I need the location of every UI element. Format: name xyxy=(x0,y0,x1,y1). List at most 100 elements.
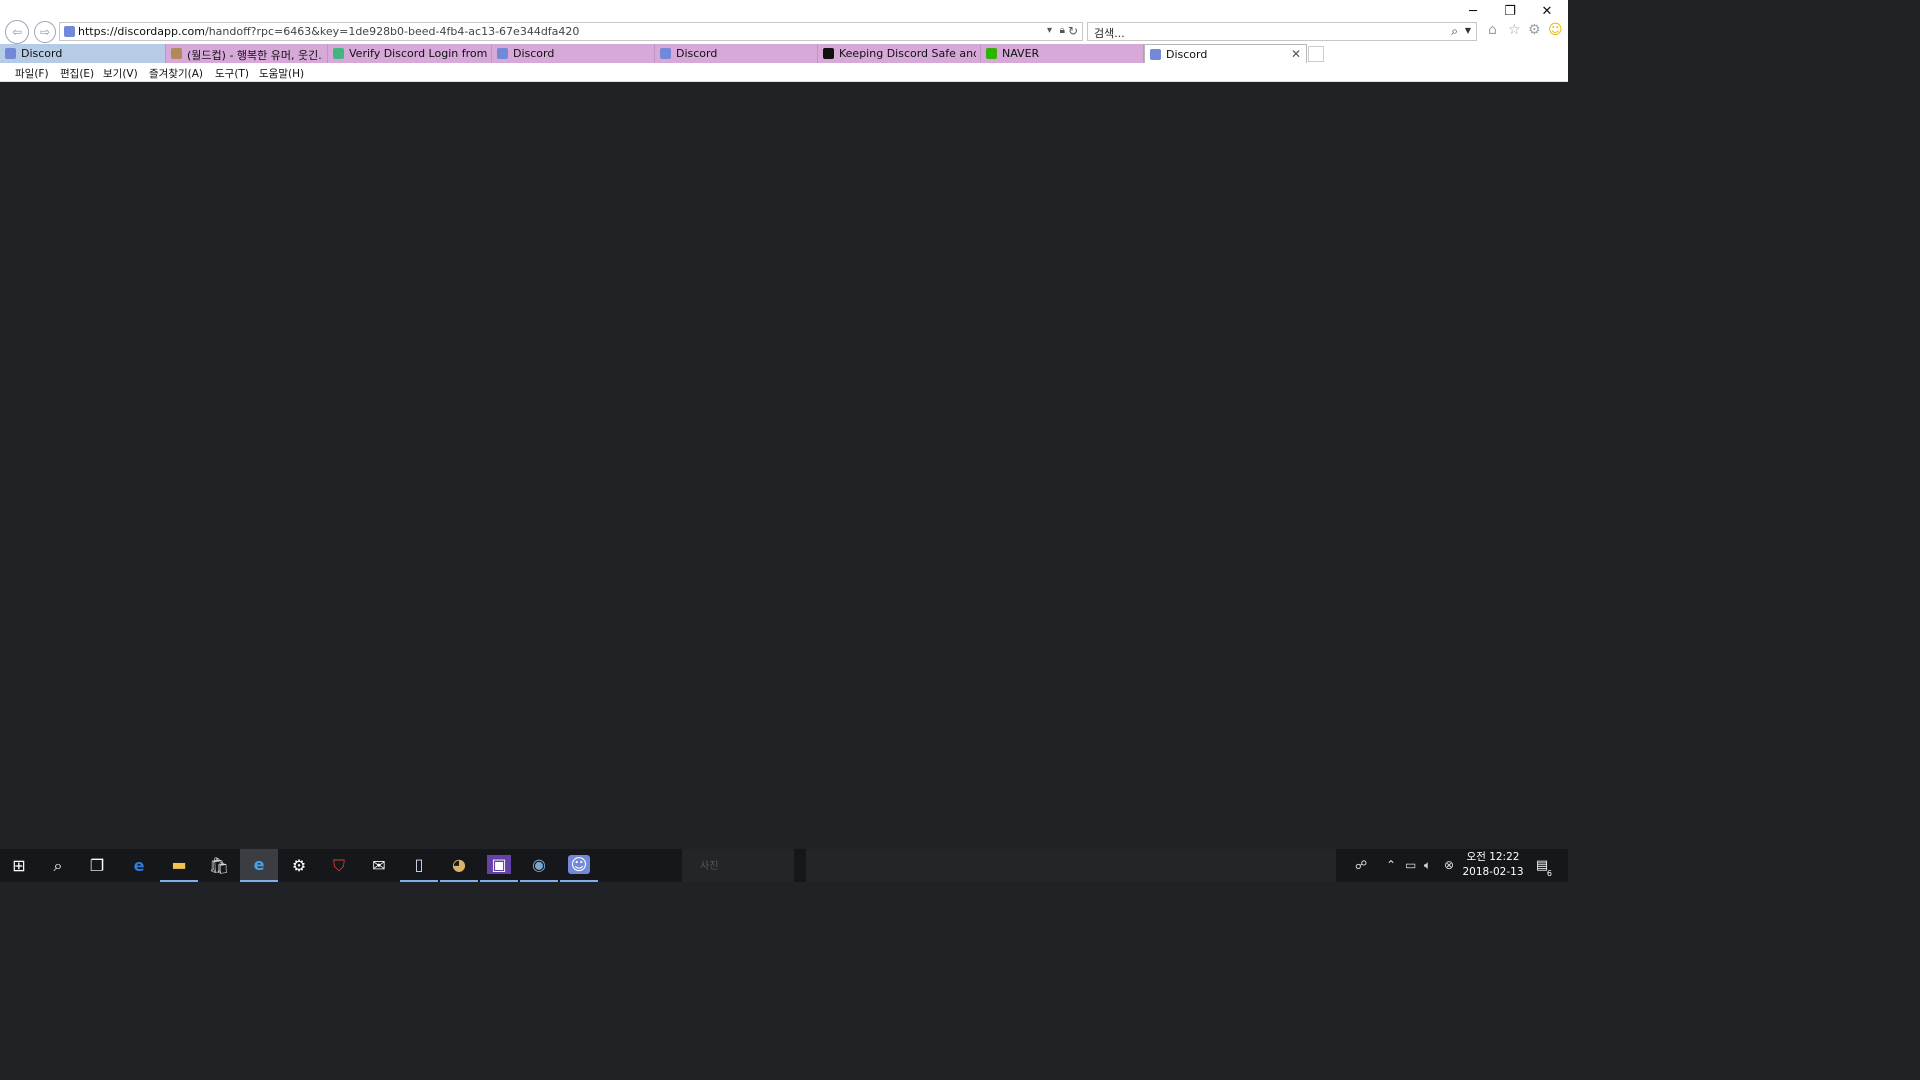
paint-button[interactable]: ◕ xyxy=(440,849,478,882)
tab-discord-active[interactable]: Discord ✕ xyxy=(1144,44,1307,63)
site-favicon-icon xyxy=(64,26,75,37)
menu-bar: 파일(F) 편집(E) 보기(V) 즐겨찾기(A) 도구(T) 도움말(H) xyxy=(0,63,1568,82)
arrow-left-icon: ⇦ xyxy=(11,25,23,39)
feedback-smiley-icon[interactable]: ☺ xyxy=(1548,22,1563,38)
settings-gear-icon[interactable]: ⚙ xyxy=(1528,22,1541,38)
notepad-button[interactable]: ▯ xyxy=(400,849,438,882)
naver-icon xyxy=(986,48,997,59)
search-icon: ⌕ xyxy=(53,855,63,875)
discord-taskbar-button[interactable]: ☺ xyxy=(560,849,598,882)
search-box[interactable]: 검색... ⌕ ▼ xyxy=(1087,22,1477,41)
tab-label: Discord xyxy=(513,47,555,60)
document-icon: ▯ xyxy=(414,855,424,874)
task-view-icon: ❐ xyxy=(89,856,105,875)
menu-favorites[interactable]: 즐겨찾기(A) xyxy=(149,66,203,81)
menu-help[interactable]: 도움말(H) xyxy=(259,66,304,81)
minimize-button[interactable]: ─ xyxy=(1460,3,1486,19)
tab-naver[interactable]: NAVER xyxy=(981,44,1144,63)
new-tab-button[interactable] xyxy=(1308,46,1324,62)
ghost-preview: 사진 xyxy=(682,849,794,882)
search-taskbar-button[interactable]: ⌕ xyxy=(39,849,77,882)
task-view-button[interactable]: ❐ xyxy=(78,849,116,882)
tab-discord-1[interactable]: Discord xyxy=(0,44,166,63)
address-url[interactable]: https://discordapp.com/handoff?rpc=6463&… xyxy=(78,25,579,38)
system-clock[interactable]: 오전 12:22 2018-02-13 xyxy=(1458,850,1528,880)
tab-label: Discord xyxy=(1166,48,1208,61)
store-bag-icon: 🛍︎ xyxy=(208,856,230,875)
mail-icon xyxy=(333,48,344,59)
menu-tools[interactable]: 도구(T) xyxy=(215,66,249,81)
search-dropdown-icon[interactable]: ▼ xyxy=(1465,26,1471,35)
volume-icon[interactable]: 🔈︎ xyxy=(1424,858,1431,873)
tab-label: NAVER xyxy=(1002,47,1040,60)
page-content xyxy=(0,82,1568,849)
browser-chrome: ─ ❐ ✕ ⇦ ⇨ https://discordapp.com/handoff… xyxy=(0,0,1568,82)
taskbar: ⊞ ⌕ ❐ e ▬ 🛍︎ e ⚙ ⛉ ✉ ▯ ◕ ▣ ◉ ☺ 사진 ☍ ⌃ ▭ … xyxy=(0,849,1568,882)
discord-icon xyxy=(497,48,508,59)
discord-icon xyxy=(5,48,16,59)
tab-label: (월드컵) - 행복한 유머, 웃긴... xyxy=(187,49,323,62)
show-hidden-icons-chevron-up-icon[interactable]: ⌃ xyxy=(1386,858,1396,872)
menu-view[interactable]: 보기(V) xyxy=(103,66,138,81)
mail-button[interactable]: ✉ xyxy=(360,849,398,882)
file-explorer-button[interactable]: ▬ xyxy=(160,849,198,882)
internet-explorer-button[interactable]: e xyxy=(240,849,278,882)
steam-button[interactable]: ◉ xyxy=(520,849,558,882)
favorites-star-icon[interactable]: ☆ xyxy=(1508,22,1521,38)
tab-label: Keeping Discord Safe and So... xyxy=(839,47,976,60)
settings-button[interactable]: ⚙ xyxy=(280,849,318,882)
notification-count: 6 xyxy=(1546,869,1552,878)
clock-time: 오전 12:22 xyxy=(1466,851,1520,863)
edge-icon: e xyxy=(133,856,145,875)
ghost-preview-gears xyxy=(806,849,1336,882)
edge-button[interactable]: e xyxy=(120,849,158,882)
status-error-icon[interactable]: ⊗ xyxy=(1444,858,1454,872)
tab-humor[interactable]: (월드컵) - 행복한 유머, 웃긴... xyxy=(166,44,328,63)
humor-site-icon xyxy=(171,48,182,59)
store-button[interactable]: 🛍︎ xyxy=(200,849,238,882)
mcafee-button[interactable]: ⛉ xyxy=(320,849,358,882)
start-button[interactable]: ⊞ xyxy=(0,849,38,882)
url-host: https://discordapp.com xyxy=(78,25,205,38)
back-button[interactable]: ⇦ xyxy=(5,20,29,44)
mcafee-shield-icon: ⛉ xyxy=(332,855,345,875)
clock-date: 2018-02-13 xyxy=(1462,866,1524,878)
discord-icon xyxy=(1150,49,1161,60)
envelope-icon: ✉ xyxy=(372,856,386,875)
lock-icon[interactable]: 🔒︎ xyxy=(1060,25,1065,36)
dropdown-arrow-icon[interactable]: ▾ xyxy=(1047,25,1052,36)
twitch-button[interactable]: ▣ xyxy=(480,849,518,882)
tab-label: Verify Discord Login from Ne... xyxy=(349,47,487,60)
windows-logo-icon: ⊞ xyxy=(12,856,26,875)
refresh-icon[interactable]: ↻ xyxy=(1068,24,1078,38)
discord-icon: ☺ xyxy=(567,855,591,874)
action-center-button[interactable]: ▤ 6 xyxy=(1528,849,1556,882)
menu-file[interactable]: 파일(F) xyxy=(15,66,49,81)
restore-button[interactable]: ❐ xyxy=(1497,3,1523,19)
search-icon[interactable]: ⌕ xyxy=(1451,24,1458,39)
forward-button[interactable]: ⇨ xyxy=(34,21,56,43)
tab-strip: Discord (월드컵) - 행복한 유머, 웃긴... Verify Dis… xyxy=(0,44,1568,63)
tab-label: Discord xyxy=(676,47,718,60)
people-icon[interactable]: ☍ xyxy=(1355,858,1367,872)
gear-icon: ⚙ xyxy=(291,856,307,875)
home-icon[interactable]: ⌂ xyxy=(1488,22,1497,38)
network-icon[interactable]: ▭ xyxy=(1405,858,1416,872)
tab-keeping-safe[interactable]: Keeping Discord Safe and So... xyxy=(818,44,981,63)
steam-icon: ◉ xyxy=(532,855,546,874)
tab-discord-3[interactable]: Discord xyxy=(655,44,818,63)
close-window-button[interactable]: ✕ xyxy=(1534,3,1560,19)
url-path: /handoff?rpc=6463&key=1de928b0-beed-4fb4… xyxy=(204,25,580,38)
menu-edit[interactable]: 편집(E) xyxy=(60,66,94,81)
discord-icon xyxy=(660,48,671,59)
ghost-label: 사진 xyxy=(700,861,719,872)
folder-icon: ▬ xyxy=(171,855,187,874)
tab-discord-2[interactable]: Discord xyxy=(492,44,655,63)
internet-explorer-icon: e xyxy=(253,855,265,874)
search-placeholder: 검색... xyxy=(1094,27,1125,40)
medium-icon xyxy=(823,48,834,59)
tab-verify-login[interactable]: Verify Discord Login from Ne... xyxy=(328,44,492,63)
address-bar[interactable]: https://discordapp.com/handoff?rpc=6463&… xyxy=(59,22,1083,41)
close-tab-icon[interactable]: ✕ xyxy=(1291,47,1301,61)
tab-label: Discord xyxy=(21,47,63,60)
